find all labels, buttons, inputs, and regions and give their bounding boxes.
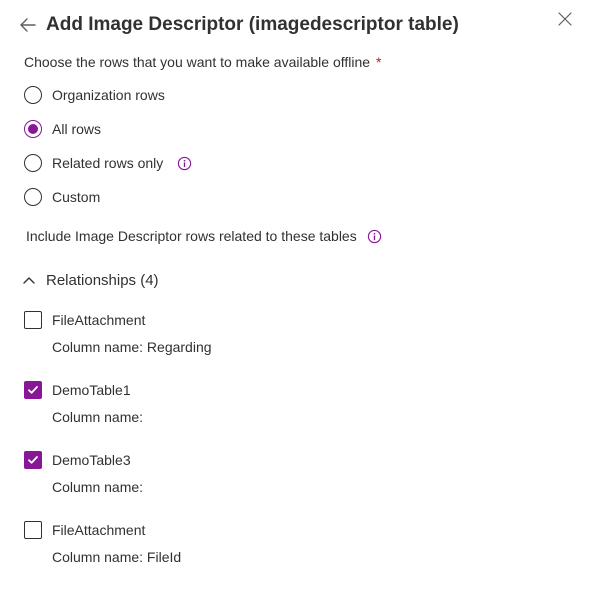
- relationship-row[interactable]: FileAttachment: [24, 521, 572, 539]
- radio-all-rows[interactable]: All rows: [24, 120, 572, 138]
- relationship-row[interactable]: DemoTable3: [24, 451, 572, 469]
- prompt-text: Choose the rows that you want to make av…: [24, 54, 370, 70]
- relationship-item: DemoTable3 Column name:: [24, 451, 572, 495]
- radio-label: Organization rows: [52, 87, 165, 103]
- related-tables-text: Include Image Descriptor rows related to…: [26, 228, 357, 244]
- page-title: Add Image Descriptor (imagedescriptor ta…: [46, 14, 459, 36]
- checkbox[interactable]: [24, 521, 42, 539]
- close-icon[interactable]: [558, 12, 572, 29]
- radio-label: All rows: [52, 121, 101, 137]
- checkbox[interactable]: [24, 381, 42, 399]
- info-icon[interactable]: [367, 229, 382, 244]
- section-prompt: Choose the rows that you want to make av…: [24, 54, 572, 70]
- column-name-label: Column name: FileId: [52, 549, 572, 565]
- relationship-item: FileAttachment Column name: FileId: [24, 521, 572, 565]
- relationship-row[interactable]: DemoTable1: [24, 381, 572, 399]
- relationship-item: DemoTable1 Column name:: [24, 381, 572, 425]
- relationships-header[interactable]: Relationships (4): [22, 272, 572, 289]
- back-arrow-icon[interactable]: [20, 17, 36, 33]
- relationship-name: FileAttachment: [52, 522, 145, 538]
- radio-organization-rows[interactable]: Organization rows: [24, 86, 572, 104]
- relationship-name: DemoTable1: [52, 382, 131, 398]
- radio-circle: [24, 188, 42, 206]
- radio-circle: [24, 120, 42, 138]
- radio-circle: [24, 154, 42, 172]
- radio-group: Organization rows All rows Related rows on…: [24, 86, 572, 206]
- column-name-label: Column name:: [52, 479, 572, 495]
- required-asterisk: *: [376, 54, 381, 70]
- radio-label: Custom: [52, 189, 100, 205]
- column-name-label: Column name: Regarding: [52, 339, 572, 355]
- radio-related-rows-only[interactable]: Related rows only: [24, 154, 572, 172]
- chevron-up-icon: [22, 274, 36, 288]
- checkbox[interactable]: [24, 451, 42, 469]
- column-name-label: Column name:: [52, 409, 572, 425]
- info-icon[interactable]: [177, 156, 192, 171]
- checkbox[interactable]: [24, 311, 42, 329]
- relationships-title: Relationships (4): [46, 272, 159, 289]
- relationships-list: FileAttachment Column name: Regarding Demo…: [24, 311, 572, 565]
- related-tables-label: Include Image Descriptor rows related to…: [26, 228, 572, 244]
- relationship-name: DemoTable3: [52, 452, 131, 468]
- relationship-item: FileAttachment Column name: Regarding: [24, 311, 572, 355]
- radio-custom[interactable]: Custom: [24, 188, 572, 206]
- relationship-name: FileAttachment: [52, 312, 145, 328]
- relationship-row[interactable]: FileAttachment: [24, 311, 572, 329]
- radio-circle: [24, 86, 42, 104]
- radio-label: Related rows only: [52, 155, 163, 171]
